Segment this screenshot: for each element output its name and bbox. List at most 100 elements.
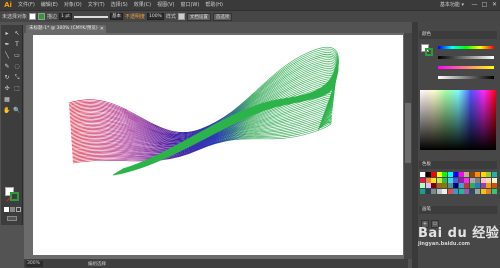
menu-effect[interactable]: 效果(C): [131, 0, 154, 10]
color-swatch[interactable]: [480, 177, 486, 183]
color-swatch[interactable]: [447, 188, 453, 194]
selection-tool-icon[interactable]: ▸: [3, 30, 11, 38]
maximize-icon[interactable]: □: [480, 0, 489, 10]
stroke-weight-dropdown[interactable]: 1 pt: [59, 13, 72, 20]
shape-builder-tool-icon[interactable]: ⬚: [13, 85, 21, 93]
color-spectrum[interactable]: [420, 90, 496, 150]
color-panel-tab[interactable]: 颜色: [419, 31, 497, 39]
tint-slider[interactable]: [438, 56, 494, 59]
vertical-scrollbar[interactable]: [404, 33, 412, 259]
color-swatch[interactable]: [453, 177, 458, 183]
menu-select[interactable]: 选择(S): [108, 0, 131, 10]
rotate-tool-icon[interactable]: ↻: [3, 74, 11, 82]
black-slider[interactable]: [438, 76, 494, 79]
color-swatch[interactable]: [486, 172, 491, 177]
style-swatch[interactable]: [177, 13, 185, 20]
color-swatch[interactable]: [431, 183, 436, 188]
rectangle-tool-icon[interactable]: ▭: [13, 52, 21, 60]
minimize-icon[interactable]: —: [470, 0, 479, 10]
color-swatch[interactable]: [442, 188, 447, 194]
document-tab[interactable]: 未标题-1* @ 300% (CMYK/预览) ✕: [26, 25, 106, 33]
canvas-area[interactable]: [24, 33, 404, 259]
color-swatch[interactable]: [458, 188, 464, 194]
color-swatch[interactable]: [475, 172, 480, 177]
color-swatch[interactable]: [475, 183, 480, 188]
color-swatch[interactable]: [464, 183, 469, 188]
stroke-swatch[interactable]: [10, 192, 19, 201]
color-swatch[interactable]: [436, 177, 442, 183]
color-swatch[interactable]: [420, 188, 425, 194]
color-swatch[interactable]: [436, 172, 442, 177]
color-swatch[interactable]: [486, 188, 491, 194]
scale-tool-icon[interactable]: ⤡: [13, 74, 21, 82]
color-swatch[interactable]: [458, 172, 464, 177]
document-setup-button[interactable]: 文档设置: [186, 12, 211, 21]
color-swatch[interactable]: [425, 172, 431, 177]
hand-tool-icon[interactable]: ✋: [3, 107, 11, 115]
direct-selection-tool-icon[interactable]: ↖: [13, 30, 21, 38]
preferences-button[interactable]: 首选项: [212, 12, 233, 21]
fill-color-picker[interactable]: [29, 13, 37, 20]
color-swatch[interactable]: [480, 183, 486, 188]
blob-brush-tool-icon[interactable]: ◌: [13, 63, 21, 71]
color-swatch[interactable]: [453, 172, 458, 177]
color-swatch[interactable]: [469, 188, 475, 194]
color-swatch[interactable]: [425, 183, 431, 188]
stroke-color-picker[interactable]: [38, 13, 46, 20]
menu-view[interactable]: 视图(V): [154, 0, 177, 10]
scrollbar-thumb[interactable]: [405, 103, 411, 163]
gradient-mode-icon[interactable]: [10, 207, 15, 212]
color-swatch[interactable]: [491, 188, 497, 194]
mesh-tool-icon[interactable]: ▦: [3, 96, 11, 104]
color-swatch[interactable]: [458, 183, 464, 188]
menu-type[interactable]: 文字(T): [85, 0, 108, 10]
zoom-tool-icon[interactable]: 🔍: [13, 107, 21, 115]
color-swatch[interactable]: [469, 177, 475, 183]
color-swatch[interactable]: [447, 172, 453, 177]
swatches-panel-tab[interactable]: 色板: [419, 161, 497, 169]
color-stroke-box[interactable]: [425, 48, 433, 56]
menu-object[interactable]: 对象(O): [61, 0, 85, 10]
color-swatch[interactable]: [453, 188, 458, 194]
color-swatch[interactable]: [431, 188, 436, 194]
color-swatch[interactable]: [453, 183, 458, 188]
color-swatch[interactable]: [442, 183, 447, 188]
pencil-tool-icon[interactable]: ✎: [3, 63, 11, 71]
color-swatch[interactable]: [469, 172, 475, 177]
color-swatch[interactable]: [447, 177, 453, 183]
color-swatch[interactable]: [480, 188, 486, 194]
magenta-slider[interactable]: [438, 66, 494, 69]
type-tool-icon[interactable]: T: [13, 41, 21, 49]
menu-help[interactable]: 帮助(H): [202, 0, 226, 10]
none-mode-icon[interactable]: [16, 207, 21, 212]
color-swatch[interactable]: [458, 177, 464, 183]
color-swatch[interactable]: [475, 177, 480, 183]
color-swatch[interactable]: [469, 183, 475, 188]
color-swatch[interactable]: [436, 188, 442, 194]
color-swatch[interactable]: [425, 188, 431, 194]
color-swatch[interactable]: [464, 177, 469, 183]
color-swatch[interactable]: [431, 177, 436, 183]
line-tool-icon[interactable]: ╲: [3, 52, 11, 60]
color-swatch[interactable]: [486, 183, 491, 188]
close-tab-icon[interactable]: ✕: [100, 25, 104, 33]
menu-file[interactable]: 文件(F): [15, 0, 38, 10]
free-transform-tool-icon[interactable]: ✣: [3, 85, 11, 93]
stroke-profile-preview[interactable]: [73, 15, 108, 18]
color-swatch[interactable]: [431, 172, 436, 177]
artboard[interactable]: [33, 35, 403, 255]
workspace-switcher[interactable]: 基本功能 ▾: [440, 1, 464, 8]
color-swatch[interactable]: [447, 183, 453, 188]
color-swatch[interactable]: [420, 183, 425, 188]
menu-edit[interactable]: 编辑(E): [38, 0, 61, 10]
color-swatch[interactable]: [486, 177, 491, 183]
brushes-panel-tab[interactable]: 画笔: [419, 206, 497, 214]
menu-window[interactable]: 窗口(W): [177, 0, 202, 10]
opacity-label[interactable]: 不透明度: [125, 13, 145, 20]
stroke-label[interactable]: 描边: [47, 13, 57, 20]
color-swatch[interactable]: [425, 177, 431, 183]
draw-mode-icon[interactable]: [7, 216, 17, 221]
opacity-dropdown[interactable]: 100%: [146, 13, 164, 20]
color-swatch[interactable]: [442, 172, 447, 177]
color-swatch[interactable]: [420, 177, 425, 183]
